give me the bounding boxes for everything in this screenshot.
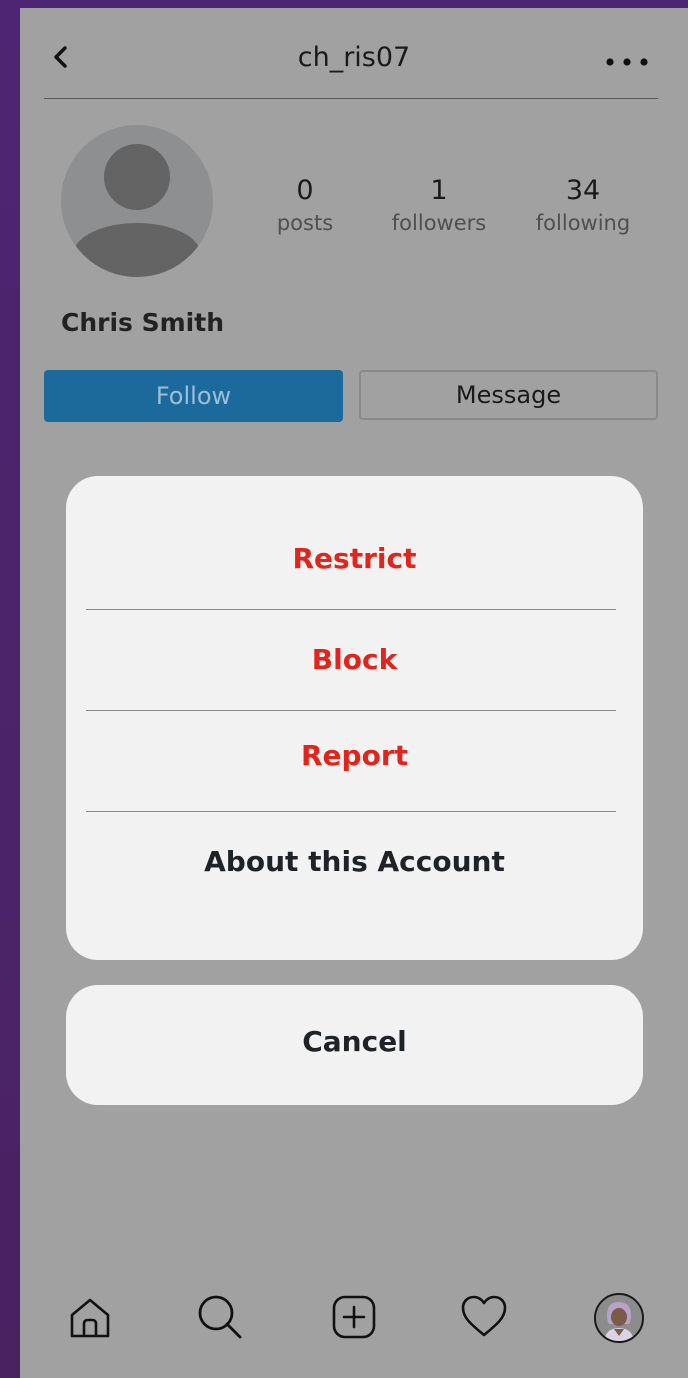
followers-count: 1: [430, 175, 448, 206]
profile-screen: ch_ris07 0 posts 1 followers 34 followin…: [20, 8, 688, 1378]
following-count: 34: [565, 175, 601, 206]
follow-button[interactable]: Follow: [44, 370, 343, 422]
following-label: following: [535, 211, 631, 235]
more-horizontal-icon[interactable]: [602, 54, 652, 70]
profile-username: ch_ris07: [297, 42, 411, 73]
posts-stat: 0 posts: [245, 174, 365, 238]
cancel-button[interactable]: Cancel: [66, 985, 643, 1105]
profile-avatar-icon[interactable]: [594, 1293, 644, 1343]
cancel-label: Cancel: [302, 1025, 407, 1058]
header-divider: [44, 98, 658, 99]
options-action-sheet: Restrict Block Report About this Account: [66, 476, 643, 960]
posts-label: posts: [276, 211, 334, 235]
message-button[interactable]: Message: [359, 370, 658, 420]
following-stat[interactable]: 34 following: [523, 174, 643, 238]
profile-header: ch_ris07: [20, 8, 688, 100]
search-icon[interactable]: [196, 1293, 244, 1341]
posts-count: 0: [296, 175, 314, 206]
heart-icon[interactable]: [460, 1293, 508, 1341]
followers-stat[interactable]: 1 followers: [379, 174, 499, 238]
default-avatar-icon: [61, 125, 213, 277]
home-icon[interactable]: [66, 1293, 114, 1341]
about-account-option[interactable]: About this Account: [66, 845, 643, 878]
sheet-divider: [86, 811, 616, 812]
sheet-divider: [86, 609, 616, 610]
add-post-icon[interactable]: [330, 1293, 378, 1341]
restrict-option[interactable]: Restrict: [66, 542, 643, 575]
sheet-divider: [86, 710, 616, 711]
block-option[interactable]: Block: [66, 643, 643, 676]
profile-display-name: Chris Smith: [61, 308, 225, 337]
followers-label: followers: [391, 211, 487, 235]
report-option[interactable]: Report: [66, 739, 643, 772]
